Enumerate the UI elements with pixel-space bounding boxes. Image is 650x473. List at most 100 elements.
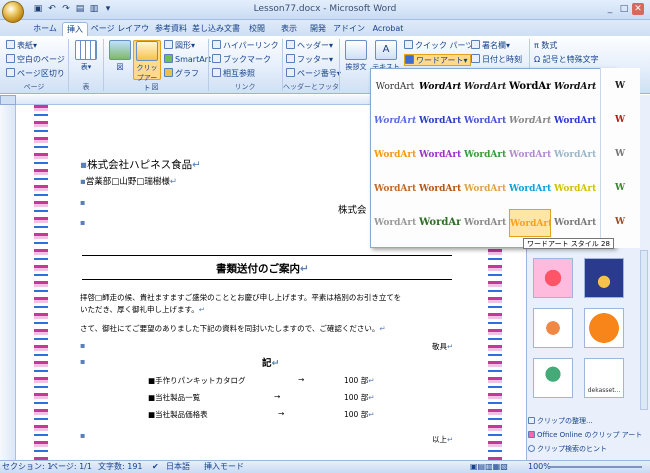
clip-witch-hat[interactable] bbox=[533, 358, 573, 398]
wordart-vertical-style-1[interactable]: W bbox=[609, 72, 631, 100]
datetime-button[interactable]: 日付と時刻 bbox=[471, 54, 522, 66]
clip-file[interactable]: dekasset... bbox=[584, 358, 624, 398]
page-number-button[interactable]: ページ番号▾ bbox=[286, 68, 341, 80]
wordart-style-12[interactable]: WordArt bbox=[419, 141, 461, 169]
clip-menorah[interactable] bbox=[584, 258, 624, 298]
cover-page-button[interactable]: 表紙▾ bbox=[6, 40, 37, 52]
shapes-button[interactable]: 図形▾ bbox=[164, 40, 195, 52]
smartart-button[interactable]: SmartArt bbox=[164, 54, 211, 66]
page-border-left bbox=[34, 105, 48, 460]
header-button[interactable]: ヘッダー▾ bbox=[286, 40, 333, 52]
search-tips-link[interactable]: クリップ検索のヒント bbox=[528, 443, 607, 455]
minimize-button[interactable]: _ bbox=[604, 3, 616, 15]
zoom-slider[interactable] bbox=[550, 466, 642, 468]
wordart-style-4[interactable]: WordArt bbox=[509, 73, 551, 101]
wordart-style-1[interactable]: WordArt bbox=[374, 73, 416, 101]
crossref-button[interactable]: 相互参照 bbox=[212, 68, 255, 80]
open-icon[interactable]: ▤ bbox=[74, 3, 86, 15]
wordart-vertical-style-3[interactable]: W bbox=[609, 140, 631, 168]
wordart-style-22[interactable]: WordArt bbox=[419, 209, 461, 237]
status-page[interactable]: ページ: 1/1 bbox=[50, 461, 92, 472]
clipart-button[interactable]: クリップアート bbox=[133, 40, 161, 92]
equation-button[interactable]: π 数式 bbox=[534, 40, 557, 52]
tab-9[interactable]: Acrobat bbox=[368, 22, 408, 36]
print-icon[interactable]: ▥ bbox=[88, 3, 100, 15]
hyperlink-button[interactable]: ハイパーリンク bbox=[212, 40, 279, 52]
heading-rule-bottom bbox=[82, 279, 452, 280]
clip-heart[interactable] bbox=[533, 258, 573, 298]
close-button[interactable]: ✕ bbox=[632, 3, 644, 15]
tab-7[interactable]: 開発 bbox=[306, 22, 330, 36]
status-mode[interactable]: 挿入モード bbox=[204, 461, 244, 472]
save-icon[interactable]: ▣ bbox=[32, 3, 44, 15]
tab-8[interactable]: アドイン bbox=[332, 22, 366, 36]
paragraph-mark: ▪ bbox=[80, 357, 86, 366]
clippanel-scrollbar[interactable] bbox=[640, 250, 648, 410]
wordart-style-14[interactable]: WordArt bbox=[509, 141, 551, 169]
footer-button[interactable]: フッター▾ bbox=[286, 54, 333, 66]
wordart-style-8[interactable]: WordArt bbox=[464, 107, 506, 135]
tab-4[interactable]: 差し込み文書 bbox=[192, 22, 240, 36]
wordart-style-17[interactable]: WordArt bbox=[419, 175, 461, 203]
vertical-ruler[interactable] bbox=[0, 95, 16, 460]
clip-pumpkin[interactable] bbox=[584, 308, 624, 348]
wordart-style-3[interactable]: WordArt bbox=[464, 73, 506, 101]
page-break-button[interactable]: ページ区切り bbox=[6, 68, 65, 80]
tab-3[interactable]: 参考資料 bbox=[152, 22, 190, 36]
wordart-style-6[interactable]: WordArt bbox=[374, 107, 416, 135]
undo-icon[interactable]: ↶ bbox=[46, 3, 58, 15]
tab-2[interactable]: ページ レイアウト bbox=[90, 22, 150, 47]
tab-0[interactable]: ホーム bbox=[30, 22, 60, 36]
clip-tool[interactable] bbox=[533, 308, 573, 348]
wordart-vertical-style-4[interactable]: W bbox=[609, 174, 631, 202]
wordart-style-16[interactable]: WordArt bbox=[374, 175, 416, 203]
wordart-style-15[interactable]: WordArt bbox=[554, 141, 596, 169]
wordart-style-19[interactable]: WordArt bbox=[509, 175, 551, 203]
greeting-button[interactable]: 挨拶文 bbox=[342, 40, 370, 80]
status-words[interactable]: 文字数: 191 bbox=[98, 461, 143, 472]
wordart-style-20[interactable]: WordArt bbox=[554, 175, 596, 203]
ruler-toggle-button[interactable] bbox=[0, 95, 16, 105]
table-button[interactable]: 表▾ bbox=[72, 40, 100, 80]
office-button[interactable] bbox=[2, 1, 24, 23]
wordart-style-24[interactable]: WordArt bbox=[509, 209, 551, 237]
item-qty: 100 部↵ bbox=[344, 393, 375, 402]
bookmark-icon bbox=[212, 54, 221, 63]
picture-button[interactable]: 図 bbox=[106, 40, 134, 80]
wordart-style-21[interactable]: WordArt bbox=[374, 209, 416, 237]
bookmark-button[interactable]: ブックマーク bbox=[212, 54, 271, 66]
status-section[interactable]: セクション: 1 bbox=[2, 461, 52, 472]
wordart-style-25[interactable]: WordArt bbox=[554, 209, 596, 237]
proofing-icon[interactable]: ✔ bbox=[152, 461, 159, 472]
signature-button[interactable]: 署名欄▾ bbox=[471, 40, 510, 52]
recipient-dept: ▪営業部□山野□瑞樹様↵ bbox=[80, 177, 177, 187]
wordart-style-10[interactable]: WordArt bbox=[554, 107, 596, 135]
wordart-style-9[interactable]: WordArt bbox=[509, 107, 551, 135]
blank-page-button[interactable]: 空白のページ bbox=[6, 54, 65, 66]
item-arrow: → bbox=[274, 392, 281, 401]
tab-5[interactable]: 校閲 bbox=[242, 22, 272, 36]
view-buttons[interactable]: ▣▤▥▦▧ bbox=[470, 461, 508, 472]
qat-more-icon[interactable]: ▾ bbox=[102, 3, 114, 15]
status-language[interactable]: 日本語 bbox=[166, 461, 190, 472]
wordart-style-23[interactable]: WordArt bbox=[464, 209, 506, 237]
organize-clips-link[interactable]: クリップの整理... bbox=[528, 415, 593, 427]
wordart-style-5[interactable]: WordArt bbox=[554, 73, 596, 101]
status-zoom[interactable]: 100% bbox=[528, 461, 551, 472]
office-online-link[interactable]: Office Online のクリップ アート bbox=[528, 429, 642, 441]
maximize-button[interactable]: □ bbox=[618, 3, 630, 15]
wordart-vertical-style-5[interactable]: W bbox=[609, 208, 631, 236]
symbol-button[interactable]: Ω 記号と特殊文字 bbox=[534, 54, 599, 66]
quickparts-button[interactable]: クイック パーツ▾ bbox=[404, 40, 477, 52]
wordart-vertical-style-2[interactable]: W bbox=[609, 106, 631, 134]
tab-6[interactable]: 表示 bbox=[274, 22, 304, 36]
wordart-style-11[interactable]: WordArt bbox=[374, 141, 416, 169]
tab-1[interactable]: 挿入 bbox=[62, 22, 88, 36]
wordart-button[interactable]: ワードアート▾ bbox=[404, 54, 471, 66]
wordart-style-13[interactable]: WordArt bbox=[464, 141, 506, 169]
wordart-style-2[interactable]: WordArt bbox=[419, 73, 461, 101]
wordart-style-18[interactable]: WordArt bbox=[464, 175, 506, 203]
chart-button[interactable]: グラフ bbox=[164, 68, 199, 80]
redo-icon[interactable]: ↷ bbox=[60, 3, 72, 15]
wordart-style-7[interactable]: WordArt bbox=[419, 107, 461, 135]
